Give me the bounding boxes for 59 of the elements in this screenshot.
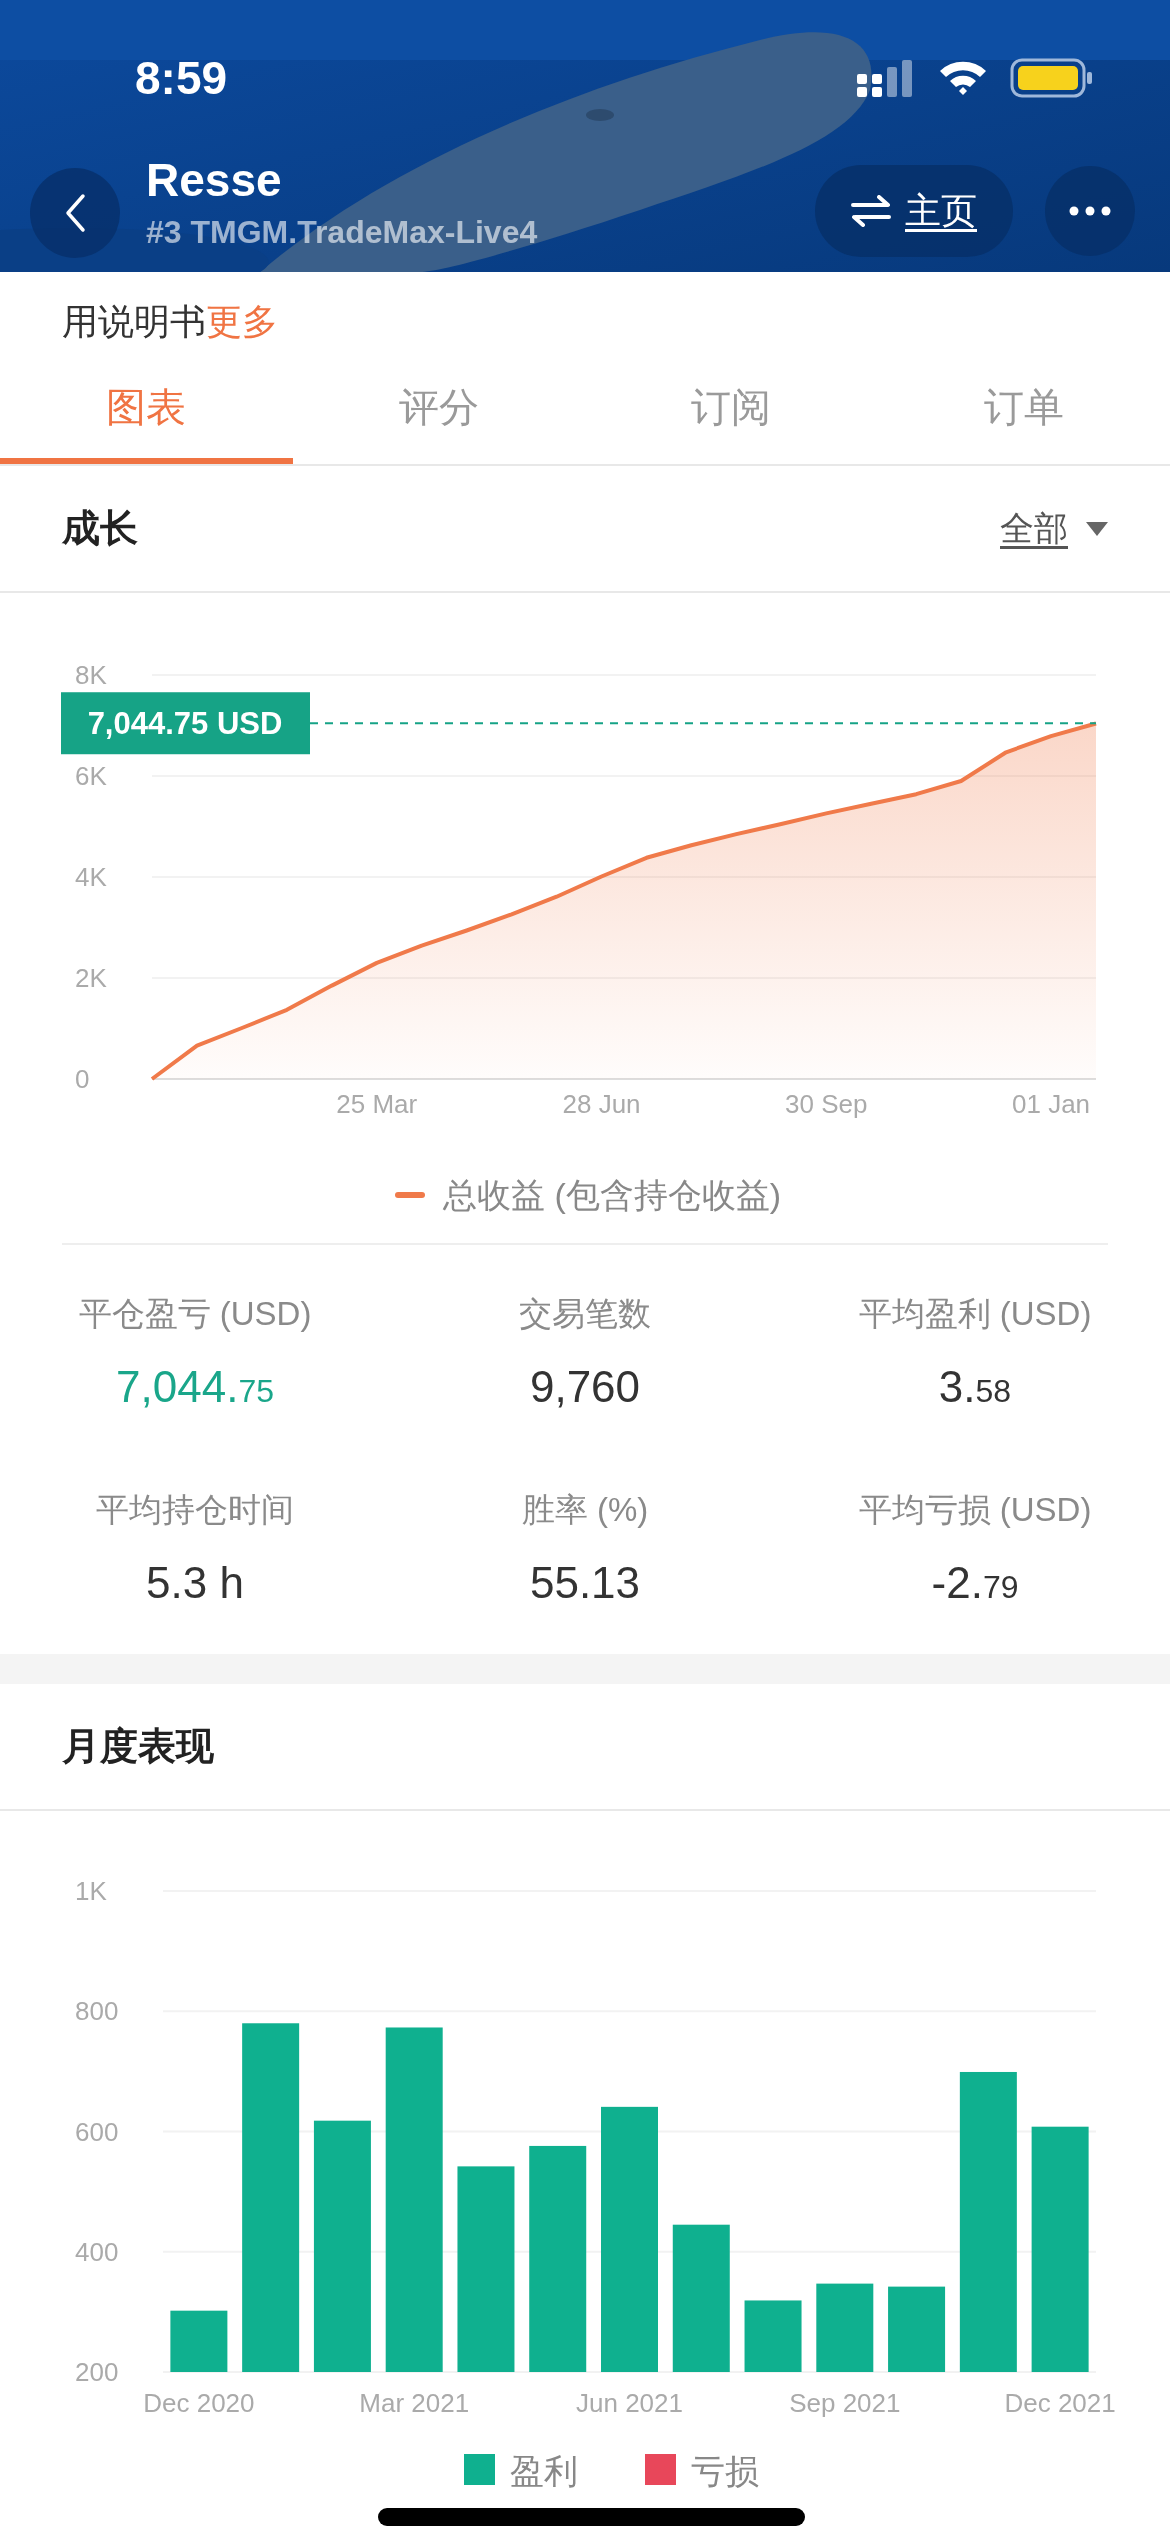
tab[interactable]: 图表	[0, 350, 293, 464]
axis-label: 8K	[75, 660, 107, 690]
axis-label: Jun 2021	[576, 2388, 683, 2418]
stat-label: 平均盈利 (USD)	[858, 1294, 1092, 1334]
more-link[interactable]: 更多	[206, 301, 278, 342]
tab[interactable]: 评分	[292, 350, 585, 464]
more-icon	[1069, 206, 1111, 216]
axis-label: Dec 2020	[143, 2388, 255, 2418]
bar	[744, 2300, 802, 2372]
stat-value: 55.13	[529, 1557, 641, 1609]
axis-label: Sep 2021	[789, 2388, 901, 2418]
stat-label: 平仓盈亏 (USD)	[78, 1294, 312, 1334]
legend-item: 总收益 (包含持仓收益)	[395, 1176, 782, 1214]
home-button[interactable]: 主页	[815, 165, 1013, 257]
axis-label: 30 Sep	[785, 1089, 868, 1119]
section-title: 月度表现	[62, 1724, 214, 1769]
stat-label: 平均亏损 (USD)	[858, 1490, 1092, 1530]
tab[interactable]: 订单	[877, 350, 1170, 464]
dropdown-caret-icon	[1086, 521, 1108, 536]
axis-label: 25 Mar	[336, 1089, 418, 1119]
battery-icon	[1010, 58, 1094, 98]
stat-value: 9,760	[529, 1361, 641, 1413]
legend-label: 亏损	[691, 2452, 759, 2490]
axis-label: 2K	[75, 963, 107, 993]
tab[interactable]: 订阅	[585, 350, 878, 464]
legend-item: 亏损	[645, 2452, 759, 2490]
section-title: 成长	[62, 506, 138, 551]
axis-label: Mar 2021	[359, 2388, 470, 2418]
axis-label: 800	[75, 1996, 119, 2027]
axis-label: 600	[75, 2116, 119, 2147]
stat-value: -2.79	[931, 1557, 1019, 1609]
strategy-description: 用说明书更多	[62, 300, 279, 344]
ref-line-label: 7,044.75 USD	[87, 706, 283, 742]
status-time: 8:59	[135, 52, 228, 104]
back-icon	[64, 193, 86, 233]
signal-icon	[857, 60, 915, 98]
account-subtitle: #3 TMGM.TradeMax-Live4	[146, 213, 538, 251]
axis-label: 01 Jan	[1012, 1089, 1091, 1119]
bar	[170, 2310, 228, 2372]
axis-label: 1K	[75, 1876, 107, 1906]
axis-label: 200	[75, 2357, 119, 2387]
stat-label: 胜率 (%)	[521, 1490, 649, 1530]
legend-item: 盈利	[464, 2452, 578, 2490]
stat-value: 5.3 h	[146, 1557, 244, 1609]
stat-value: 7,044.75	[116, 1361, 274, 1413]
stat-label: 交易笔数	[519, 1294, 651, 1334]
value-tag: 7,044.75 USD	[61, 692, 310, 755]
axis-label: 28 Jun	[562, 1089, 641, 1119]
axis-label: Dec 2021	[1004, 2388, 1116, 2418]
page-title: Resse	[146, 154, 282, 206]
axis-label: 400	[75, 2236, 119, 2267]
legend-label: 盈利	[510, 2452, 578, 2490]
swap-icon	[851, 195, 891, 227]
range-dropdown[interactable]: 全部	[1000, 503, 1108, 554]
axis-label: 0	[75, 1064, 90, 1094]
stat-value: 3.58	[938, 1361, 1012, 1413]
axis-label: 6K	[75, 761, 107, 791]
stat-label: 平均持仓时间	[96, 1490, 294, 1530]
axis-label: 4K	[75, 862, 107, 892]
